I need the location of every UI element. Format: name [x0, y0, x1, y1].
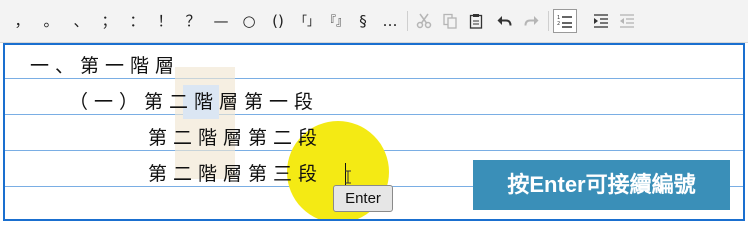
circle-button[interactable]: ○ — [236, 10, 262, 32]
instruction-callout: 按Enter可接續編號 — [473, 160, 730, 210]
section-sign-button[interactable]: § — [350, 10, 376, 32]
undo-icon[interactable] — [492, 10, 516, 32]
dash-button[interactable]: — — [208, 10, 234, 32]
heading-level-1: 一、第一階層 — [30, 55, 181, 77]
increase-indent-icon[interactable] — [589, 10, 613, 32]
ibeam-cursor-icon — [345, 170, 351, 184]
cut-icon[interactable] — [412, 10, 436, 32]
parentheses-button[interactable]: () — [264, 10, 292, 32]
comma-button[interactable]: ， — [10, 10, 34, 32]
corner-quote-button[interactable]: 「」 — [293, 10, 321, 32]
svg-text:2: 2 — [557, 21, 560, 27]
toolbar-separator — [548, 11, 549, 31]
exclamation-button[interactable]: ！ — [152, 10, 178, 32]
ruled-line — [5, 78, 743, 79]
numbered-list-icon[interactable]: 12 — [553, 9, 577, 33]
decrease-indent-icon[interactable] — [615, 10, 639, 32]
enumeration-comma-button[interactable]: 、 — [68, 10, 94, 32]
copy-icon[interactable] — [438, 10, 462, 32]
colon-button[interactable]: ： — [124, 10, 150, 32]
heading-level-2-item-3: 第二階層第三段 — [148, 163, 324, 185]
double-corner-quote-button[interactable]: 『』 — [322, 10, 350, 32]
ruled-line — [5, 114, 743, 115]
toolbar-separator — [407, 11, 408, 31]
editor-toolbar: ， 。 、 ； ： ！ ？ — ○ () 「」 『』 § … 12 — [0, 0, 748, 43]
heading-level-2-item-1: （一）第二階層第一段 — [69, 91, 320, 113]
semicolon-button[interactable]: ； — [96, 10, 122, 32]
redo-icon[interactable] — [520, 10, 544, 32]
enter-key-indicator: Enter — [333, 185, 393, 212]
period-button[interactable]: 。 — [38, 10, 64, 32]
heading-level-2-item-2: 第二階層第二段 — [148, 127, 324, 149]
question-button[interactable]: ？ — [180, 10, 206, 32]
ellipsis-button[interactable]: … — [377, 10, 403, 32]
paste-icon[interactable] — [464, 10, 488, 32]
